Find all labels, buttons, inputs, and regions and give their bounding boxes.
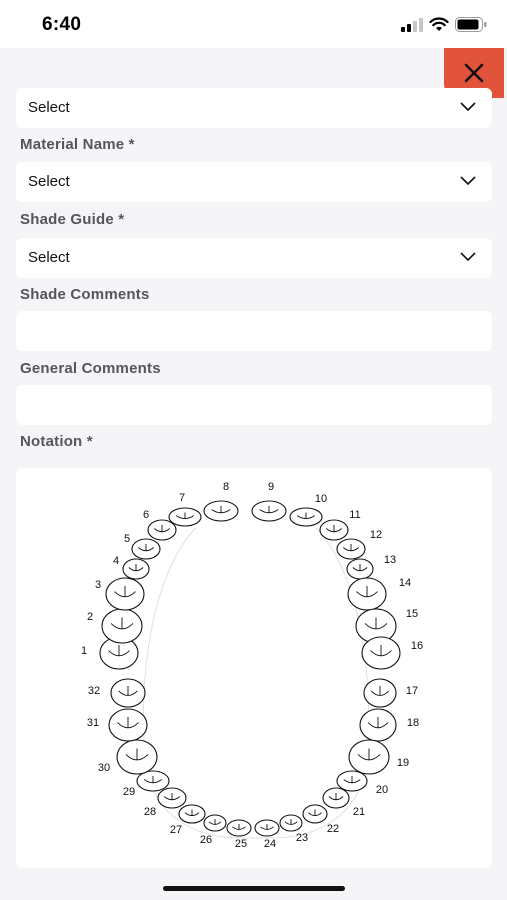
material-name-select[interactable]: Select [16, 162, 492, 202]
wifi-icon [429, 17, 449, 31]
general-comments-input[interactable] [16, 385, 492, 425]
tooth-number: 2 [87, 611, 93, 623]
first-select[interactable]: Select [16, 88, 492, 128]
battery-icon [455, 17, 487, 32]
tooth-number: 30 [98, 762, 110, 774]
tooth-number: 15 [406, 608, 418, 620]
tooth-number: 7 [179, 492, 185, 504]
tooth-number: 9 [268, 481, 274, 493]
tooth-chart-panel: 1 2 3 4 5 6 7 8 9 10 11 12 13 14 15 16 17 18 19 20 21 22 23 24 2… [16, 468, 492, 868]
tooth-number: 28 [144, 806, 156, 818]
shade-guide-label: Shade Guide * [20, 211, 125, 228]
tooth-number: 8 [223, 481, 229, 493]
tooth-number: 17 [406, 685, 418, 697]
shade-guide-value: Select [28, 249, 70, 266]
close-icon [464, 63, 484, 83]
tooth-number: 16 [411, 640, 423, 652]
tooth-number: 29 [123, 786, 135, 798]
status-time: 6:40 [42, 14, 82, 35]
tooth-number: 13 [384, 554, 396, 566]
tooth-number: 5 [124, 533, 130, 545]
teeth-layer [99, 500, 401, 837]
home-indicator [163, 886, 345, 891]
tooth-number: 32 [88, 685, 100, 697]
tooth-number: 6 [143, 509, 149, 521]
general-comments-label: General Comments [20, 360, 161, 377]
tooth-number: 23 [296, 832, 308, 844]
notation-label: Notation * [20, 433, 93, 450]
tooth-number: 31 [87, 717, 99, 729]
tooth-number: 24 [264, 838, 276, 850]
tooth-number: 21 [353, 806, 365, 818]
shade-comments-input[interactable] [16, 311, 492, 351]
chevron-down-icon [460, 176, 476, 186]
material-name-value: Select [28, 173, 70, 190]
shade-guide-select[interactable]: Select [16, 238, 492, 278]
tooth-number: 10 [315, 493, 327, 505]
tooth-number: 11 [349, 509, 360, 521]
shade-comments-label: Shade Comments [20, 286, 150, 303]
tooth-number: 14 [399, 577, 411, 589]
status-bar: 6:40 [0, 0, 507, 48]
tooth-number: 26 [200, 834, 212, 846]
first-select-value: Select [28, 99, 70, 116]
tooth-number: 4 [113, 555, 119, 567]
tooth-number: 20 [376, 784, 388, 796]
tooth-number: 27 [170, 824, 182, 836]
tooth-number: 12 [370, 529, 382, 541]
status-icons [401, 17, 487, 32]
tooth-number: 19 [397, 757, 409, 769]
material-name-label: Material Name * [20, 136, 135, 153]
tooth-number: 22 [327, 823, 339, 835]
tooth-number: 25 [235, 838, 247, 850]
tooth-number: 1 [81, 645, 87, 657]
cellular-signal-icon [401, 17, 423, 32]
chevron-down-icon [460, 252, 476, 262]
chevron-down-icon [460, 102, 476, 112]
tooth-number: 3 [95, 579, 101, 591]
tooth-number: 18 [407, 717, 419, 729]
tooth-chart: 12345678 91011121314151617181920212223242… [81, 481, 423, 850]
